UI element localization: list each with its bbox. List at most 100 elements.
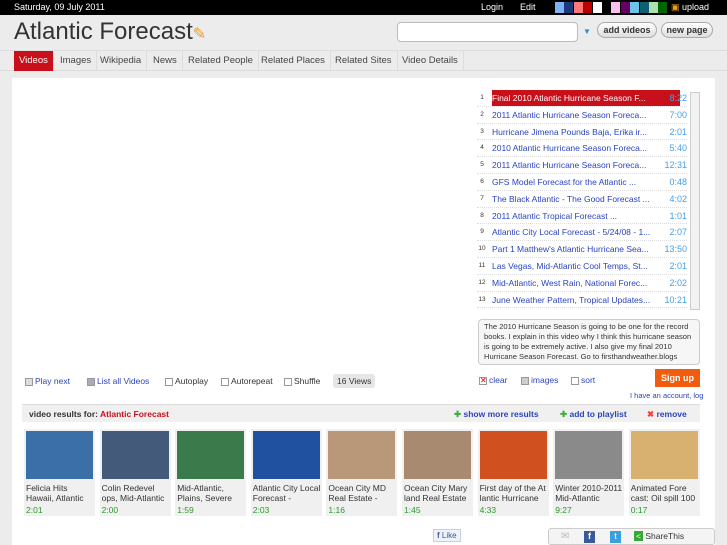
video-caption: Animated Fore cast: Oil spill 100 <box>630 483 696 503</box>
video-result[interactable]: Ocean City Mary land Real Estate 1:45 <box>402 429 473 516</box>
video-result[interactable]: Atlantic City Local Forecast - 2:03 <box>250 429 322 516</box>
video-result[interactable]: Animated Fore cast: Oil spill 100 0:17 <box>628 429 700 516</box>
autoplay-checkbox[interactable]: Autoplay <box>165 376 208 386</box>
video-thumbnail[interactable] <box>404 431 471 479</box>
pencil-icon[interactable]: ✎ <box>193 26 206 43</box>
sort-button[interactable]: sort <box>571 375 595 385</box>
color-swatch[interactable] <box>573 2 583 13</box>
tab-related-people[interactable]: Related People <box>183 51 259 71</box>
color-swatch[interactable] <box>639 2 649 13</box>
color-swatch[interactable] <box>630 2 640 13</box>
color-swatch[interactable] <box>555 2 564 13</box>
video-duration: 1:59 <box>177 505 194 515</box>
video-thumbnail[interactable] <box>252 431 320 479</box>
color-swatch[interactable] <box>658 2 668 13</box>
tab-images[interactable]: Images <box>55 51 98 71</box>
tab-related-sites[interactable]: Related Sites <box>330 51 398 71</box>
remove-button[interactable]: ✖ remove <box>647 405 687 423</box>
sharethis-button[interactable]: < ShareThis <box>634 531 684 541</box>
play-next-icon <box>25 377 33 386</box>
email-icon[interactable]: ✉ <box>561 531 569 542</box>
video-result[interactable]: Ocean City MD Real Estate - 1:16 <box>326 429 398 516</box>
video-result[interactable]: First day of the At lantic Hurricane 4:33 <box>477 429 549 516</box>
play-next-button[interactable]: Play next <box>25 376 70 386</box>
search-input[interactable] <box>397 22 578 42</box>
playlist-item[interactable]: 9 Atlantic City Local Forecast - 5/24/08 … <box>477 224 687 242</box>
video-result[interactable]: Colin Redevel ops, Mid-Atlantic 2:00 <box>99 429 171 516</box>
playlist-item[interactable]: 3 Hurricane Jimena Pounds Baja, Erika ir.… <box>477 124 687 141</box>
grid-icon <box>521 376 529 385</box>
sort-label: sort <box>581 375 596 385</box>
item-number: 13 <box>478 295 486 303</box>
playlist-item[interactable]: 8 2011 Atlantic Tropical Forecast ... 1:01 <box>477 208 687 225</box>
video-result[interactable]: Mid-Atlantic, Plains, Severe 1:59 <box>175 429 247 516</box>
new-page-button[interactable]: new page <box>661 22 713 38</box>
video-thumbnail[interactable] <box>555 431 623 479</box>
color-swatch[interactable] <box>564 2 574 13</box>
tab-wikipedia[interactable]: Wikipedia <box>95 51 148 71</box>
facebook-icon[interactable]: f <box>584 531 595 543</box>
tab-related-places[interactable]: Related Places <box>256 51 331 71</box>
video-duration: 1:45 <box>404 505 421 515</box>
color-swatch[interactable] <box>592 2 602 13</box>
playlist-item[interactable]: 13 June Weather Pattern, Tropical Updates… <box>477 292 687 309</box>
video-player[interactable] <box>12 78 474 368</box>
autorepeat-checkbox[interactable]: Autorepeat <box>221 376 273 386</box>
tab-video-details[interactable]: Video Details <box>397 51 464 71</box>
playlist-item[interactable]: 6 GFS Model Forecast for the Atlantic ...… <box>477 174 687 191</box>
video-thumbnail[interactable] <box>479 431 547 479</box>
tab-news[interactable]: News <box>148 51 183 71</box>
playlist-item[interactable]: 4 2010 Atlantic Hurricane Season Foreca..… <box>477 140 687 158</box>
video-result[interactable]: Felicia Hits Hawaii, Atlantic 2:01 <box>24 429 95 516</box>
page-title: Atlantic Forecast✎ <box>14 18 206 46</box>
playlist-item[interactable]: 11 Las Vegas, Mid-Atlantic Cool Temps, St… <box>477 258 687 275</box>
video-thumbnail[interactable] <box>630 431 698 479</box>
item-title: GFS Model Forecast for the Atlantic ... <box>492 176 637 187</box>
video-thumbnail[interactable] <box>177 431 245 479</box>
add-to-playlist-button[interactable]: ✚ add to playlist <box>560 405 627 423</box>
results-label: video results for: <box>29 409 98 419</box>
color-swatch[interactable] <box>611 2 621 13</box>
item-duration: 2:01 <box>669 260 687 271</box>
upload-link[interactable]: ▣ upload <box>671 2 709 13</box>
playlist-item[interactable]: 12 Mid-Atlantic, West Rain, National Fore… <box>477 275 687 292</box>
video-caption: Atlantic City Local Forecast - <box>252 483 321 503</box>
item-duration: 1:01 <box>669 210 687 221</box>
twitter-icon[interactable]: t <box>610 531 621 543</box>
playlist-item[interactable]: 1 Final 2010 Atlantic Hurricane Season F.… <box>477 90 687 107</box>
login-account-link[interactable]: I have an account, log <box>630 391 703 400</box>
video-result[interactable]: Winter 2010-2011 Mid-Atlantic 9:27 <box>553 429 625 516</box>
item-duration: 10:21 <box>664 294 687 305</box>
playlist-item[interactable]: 5 2011 Atlantic Hurricane Season Foreca..… <box>477 157 687 174</box>
video-description: The 2010 Hurricane Season is going to be… <box>478 319 700 365</box>
item-duration: 12:31 <box>664 160 687 171</box>
video-thumbnail[interactable] <box>26 431 93 479</box>
playlist-item[interactable]: 7 The Black Atlantic - The Good Forecast … <box>477 191 687 208</box>
color-swatch[interactable] <box>620 2 630 13</box>
item-duration: 13:50 <box>664 244 687 255</box>
playlist-item[interactable]: 2 2011 Atlantic Hurricane Season Foreca..… <box>477 107 687 124</box>
color-swatch[interactable] <box>602 2 611 13</box>
video-thumbnail[interactable] <box>328 431 396 479</box>
shuffle-label: Shuffle <box>294 376 321 386</box>
color-swatch[interactable] <box>583 2 593 13</box>
add-videos-button[interactable]: add videos <box>597 22 657 38</box>
shuffle-checkbox[interactable]: Shuffle <box>284 376 320 386</box>
clear-icon: ✕ <box>479 375 487 385</box>
clear-button[interactable]: ✕ clear <box>479 375 507 385</box>
login-link[interactable]: Login <box>481 2 503 12</box>
tab-videos[interactable]: Videos <box>14 51 54 71</box>
sign-up-button[interactable]: Sign up <box>655 369 700 387</box>
item-number: 7 <box>480 194 484 202</box>
playlist-item[interactable]: 10 Part 1 Matthew's Atlantic Hurricane Se… <box>477 241 687 258</box>
facebook-like-button[interactable]: f Like <box>433 529 461 542</box>
item-duration: 8:22 <box>669 93 687 103</box>
list-all-videos-button[interactable]: List all Videos <box>87 376 149 386</box>
edit-link[interactable]: Edit <box>520 2 536 12</box>
chevron-down-icon[interactable]: ▼ <box>583 27 591 36</box>
images-button[interactable]: images <box>521 375 558 385</box>
playlist-scrollbar[interactable] <box>690 92 700 310</box>
color-swatch[interactable] <box>649 2 658 13</box>
show-more-button[interactable]: ✚ show more results <box>454 405 539 423</box>
video-thumbnail[interactable] <box>101 431 169 479</box>
